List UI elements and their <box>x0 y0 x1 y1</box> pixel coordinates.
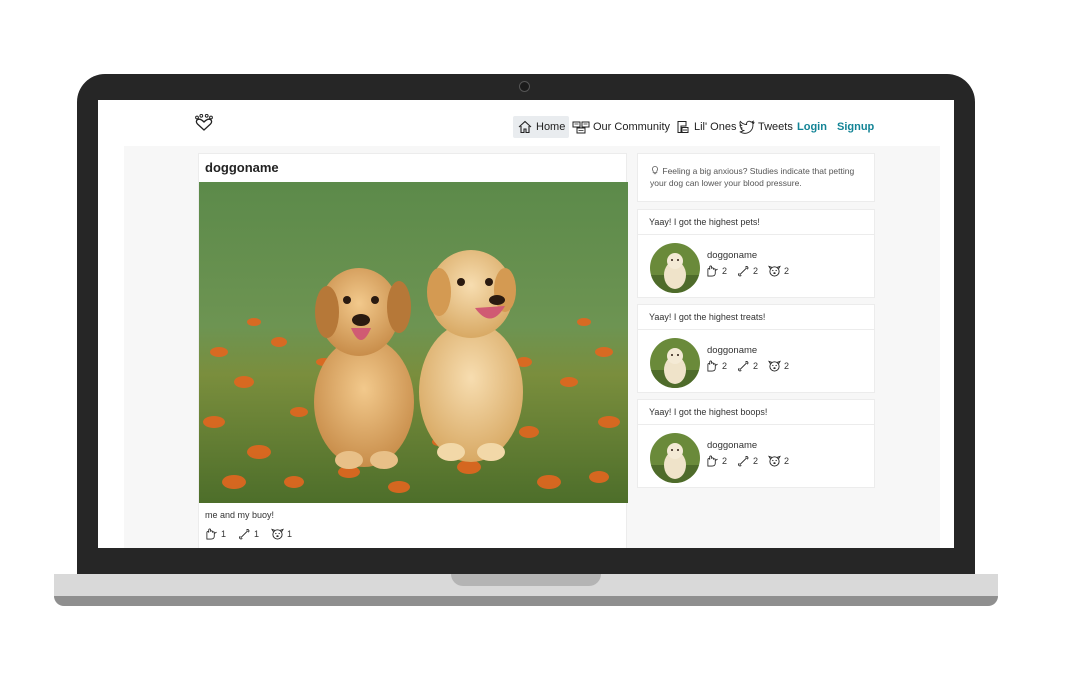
bone-icon <box>738 456 749 467</box>
pets-hand-icon <box>707 265 718 277</box>
treats-stat: 2 <box>737 455 758 467</box>
avatar[interactable] <box>650 338 700 388</box>
nav-home[interactable]: Home <box>513 116 570 138</box>
dog-face-icon <box>271 528 285 540</box>
pets-count: 2 <box>722 266 728 276</box>
award-title: Yaay! I got the highest treats! <box>638 305 874 330</box>
nav-home-label: Home <box>536 121 566 133</box>
post-card: doggoname me and my buoy! 1 1 1 <box>198 153 628 548</box>
nav-tweets-label: Tweets <box>758 121 793 133</box>
boops-count: 1 <box>287 529 293 539</box>
boops-stat: 2 <box>768 360 789 372</box>
avatar[interactable] <box>650 433 700 483</box>
award-dog-name[interactable]: doggoname <box>707 345 757 356</box>
treats-count: 2 <box>753 266 759 276</box>
award-stats: 2 2 2 <box>706 455 789 467</box>
boops-stat[interactable]: 1 <box>271 528 292 540</box>
nav-our-community-label: Our Community <box>593 121 671 133</box>
login-link[interactable]: Login <box>797 116 827 138</box>
laptop-notch <box>451 574 601 586</box>
nav-lil-ones[interactable]: Lil' Ones <box>675 116 736 138</box>
treats-stat[interactable]: 1 <box>238 528 259 540</box>
tip-text: Feeling a big anxious? Studies indicate … <box>650 166 855 188</box>
award-card-treats: Yaay! I got the highest treats! doggonam… <box>637 304 875 393</box>
treats-count: 2 <box>753 456 759 466</box>
lil-ones-icon <box>677 121 689 133</box>
post-author[interactable]: doggoname <box>205 160 279 175</box>
tip-card: Feeling a big anxious? Studies indicate … <box>637 153 875 202</box>
bone-icon <box>239 529 250 540</box>
treats-count: 2 <box>753 361 759 371</box>
dog-face-icon <box>768 455 782 467</box>
pets-stat[interactable]: 1 <box>205 528 226 540</box>
pets-count: 1 <box>221 529 227 539</box>
treats-stat: 2 <box>737 265 758 277</box>
laptop-screen: Home Our Community Lil' Ones Tweets Logi… <box>98 100 954 548</box>
twitter-bird-icon <box>739 120 755 134</box>
boops-count: 2 <box>784 456 790 466</box>
award-card-pets: Yaay! I got the highest pets! doggoname … <box>637 209 875 298</box>
post-image[interactable] <box>199 182 628 503</box>
lightbulb-icon <box>652 166 658 175</box>
pets-hand-icon <box>206 528 217 540</box>
award-dog-name[interactable]: doggoname <box>707 250 757 261</box>
bone-icon <box>738 361 749 372</box>
home-icon <box>518 120 532 134</box>
award-dog-name[interactable]: doggoname <box>707 440 757 451</box>
dog-face-icon <box>768 360 782 372</box>
community-icon <box>572 121 590 134</box>
award-title: Yaay! I got the highest boops! <box>638 400 874 425</box>
award-title: Yaay! I got the highest pets! <box>638 210 874 235</box>
award-stats: 2 2 2 <box>706 360 789 372</box>
camera-dot <box>519 81 530 92</box>
pets-hand-icon <box>707 360 718 372</box>
paw-heart-icon[interactable] <box>193 113 215 132</box>
nav-our-community[interactable]: Our Community <box>572 116 670 138</box>
pets-stat: 2 <box>706 360 727 372</box>
laptop-base-edge <box>54 596 998 606</box>
pets-count: 2 <box>722 456 728 466</box>
pets-count: 2 <box>722 361 728 371</box>
bone-icon <box>738 266 749 277</box>
navbar: Home Our Community Lil' Ones Tweets Logi… <box>98 100 954 146</box>
pets-stat: 2 <box>706 455 727 467</box>
pets-hand-icon <box>707 455 718 467</box>
nav-lil-ones-label: Lil' Ones <box>694 121 737 133</box>
boops-count: 2 <box>784 361 790 371</box>
signup-link[interactable]: Signup <box>837 116 874 138</box>
post-stats: 1 1 1 <box>205 528 292 540</box>
award-card-boops: Yaay! I got the highest boops! doggoname… <box>637 399 875 488</box>
boops-stat: 2 <box>768 265 789 277</box>
dog-face-icon <box>768 265 782 277</box>
treats-count: 1 <box>254 529 260 539</box>
post-caption: me and my buoy! <box>205 510 275 520</box>
boops-count: 2 <box>784 266 790 276</box>
treats-stat: 2 <box>737 360 758 372</box>
award-stats: 2 2 2 <box>706 265 789 277</box>
pets-stat: 2 <box>706 265 727 277</box>
avatar[interactable] <box>650 243 700 293</box>
boops-stat: 2 <box>768 455 789 467</box>
puppies-photo <box>199 182 628 503</box>
nav-tweets[interactable]: Tweets <box>739 116 793 138</box>
